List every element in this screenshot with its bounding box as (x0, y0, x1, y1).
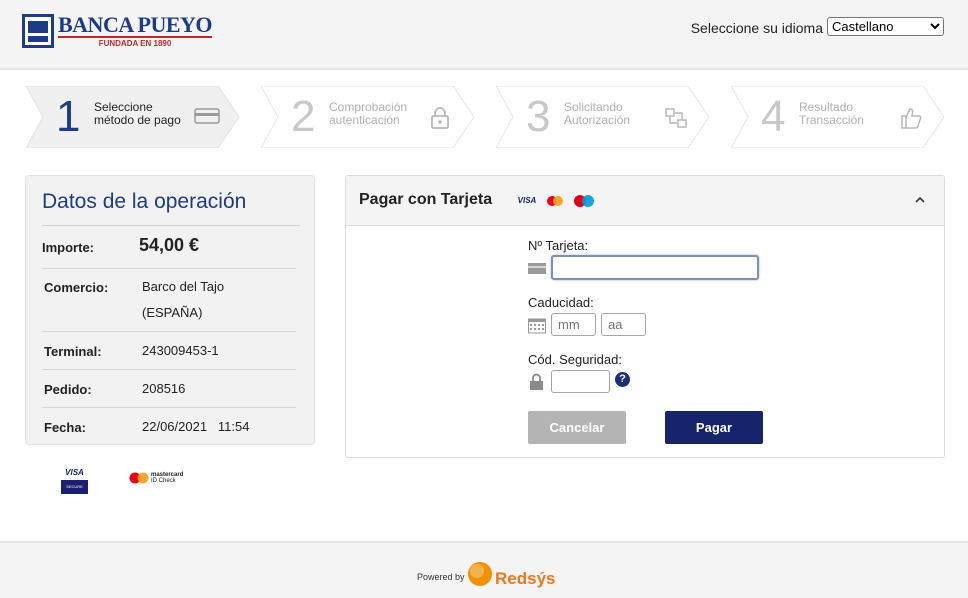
card-payment-panel: Pagar con Tarjeta VISA Nº Tarjeta: Caduc… (345, 175, 945, 458)
step-label: Resultado Transacción (799, 100, 864, 127)
merchant-row: Comercio: Barco del Tajo (ESPAÑA) (42, 269, 296, 332)
merchant-value: Barco del Tajo (ESPAÑA) (142, 279, 225, 320)
progress-steps: 1 Seleccione método de pago 2 Comprobació… (26, 86, 946, 150)
visa-secure-badge: VISA SECURE (61, 466, 88, 494)
calendar-icon (528, 318, 546, 334)
merchant-label: Comercio: (44, 280, 109, 295)
date-row: Fecha: 22/06/2021 11:54 (42, 408, 296, 444)
step-4: 4 Resultado Transacción (731, 86, 945, 148)
visa-logo-icon: VISA (517, 196, 537, 205)
cancel-button[interactable]: Cancelar (528, 411, 626, 444)
expiry-year-input[interactable] (601, 313, 646, 336)
powered-by-label: Powered by (417, 572, 465, 582)
card-number-label: Nº Tarjeta: (528, 238, 589, 253)
card-panel-header[interactable]: Pagar con Tarjeta VISA (346, 176, 944, 226)
amount-value: 54,00 € (139, 235, 200, 255)
mastercard-id-check-badge: mastercard ID Check (129, 472, 183, 484)
step-label: Comprobación autenticación (329, 100, 408, 127)
cvv-input[interactable] (551, 370, 610, 393)
step-3: 3 Solicitando Autorización (496, 86, 710, 148)
bank-logo-mark-icon (22, 14, 54, 48)
step-1: 1 Seleccione método de pago (26, 86, 240, 148)
language-select[interactable]: Castellano (827, 16, 944, 36)
bank-tagline: FUNDADA EN 1890 (58, 36, 213, 48)
language-selector-group: Seleccione su idioma Castellano (691, 16, 944, 36)
mastercard-circles-icon (129, 472, 149, 484)
bank-name: BANCA PUEYO (58, 12, 213, 37)
thumbs-up-icon (901, 108, 922, 129)
order-value: 208516 (142, 381, 186, 396)
card-number-input[interactable] (551, 255, 759, 280)
date-label: Fecha: (44, 420, 86, 435)
date-value: 22/06/2021 11:54 (142, 419, 250, 434)
step-2: 2 Comprobación autenticación (261, 86, 475, 148)
terminal-value: 243009453-1 (142, 343, 219, 358)
cvv-label: Cód. Seguridad: (528, 352, 622, 367)
amount-row: Importe: 54,00 € (42, 226, 296, 269)
order-label: Pedido: (44, 382, 92, 397)
credit-card-icon (194, 108, 220, 124)
padlock-icon (530, 373, 543, 390)
maestro-logo-icon (572, 194, 596, 208)
mastercard-logo-icon (544, 194, 566, 208)
step-number: 1 (56, 92, 81, 141)
terminal-row: Terminal: 243009453-1 (42, 332, 296, 370)
step-label: Solicitando Autorización (564, 100, 631, 127)
terminal-label: Terminal: (44, 344, 102, 359)
expiry-month-input[interactable] (551, 313, 596, 336)
card-panel-title: Pagar con Tarjeta (359, 191, 493, 208)
footer: Powered by Redsýs (0, 541, 968, 598)
header: BANCA PUEYO FUNDADA EN 1890 Seleccione s… (0, 0, 968, 70)
bank-logo: BANCA PUEYO FUNDADA EN 1890 (22, 12, 213, 48)
pay-button[interactable]: Pagar (665, 411, 763, 444)
redsys-logo: Redsýs (467, 559, 555, 589)
order-row: Pedido: 208516 (42, 370, 296, 408)
expiry-label: Caducidad: (528, 295, 594, 310)
help-icon[interactable]: ? (615, 372, 630, 387)
operation-panel: Datos de la operación Importe: 54,00 € C… (25, 175, 315, 445)
redsys-mark-icon (468, 562, 492, 586)
step-number: 2 (291, 92, 316, 141)
transfer-icon (665, 108, 687, 128)
language-label: Seleccione su idioma (690, 20, 823, 36)
collapse-chevron-icon[interactable] (914, 193, 926, 207)
step-label: Seleccione método de pago (94, 100, 181, 127)
padlock-icon (431, 107, 449, 129)
step-number: 4 (761, 92, 786, 141)
operation-title: Datos de la operación (42, 190, 247, 213)
card-icon (528, 263, 546, 274)
card-brands: VISA (516, 194, 596, 208)
amount-label: Importe: (42, 240, 94, 255)
step-number: 3 (526, 92, 551, 141)
